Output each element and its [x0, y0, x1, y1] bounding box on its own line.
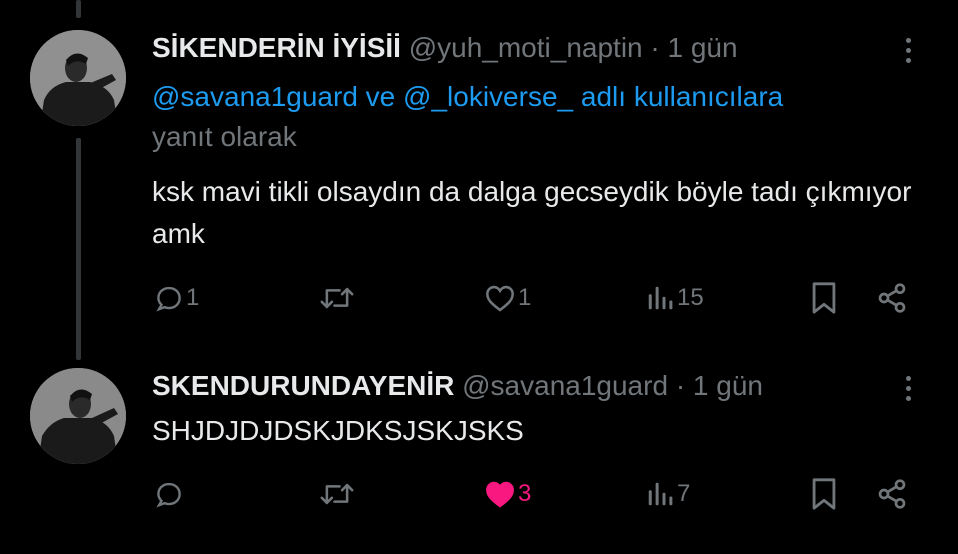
repost-button[interactable]: [318, 474, 358, 514]
bookmark-button[interactable]: [809, 474, 839, 514]
timestamp[interactable]: · 1 gün: [676, 370, 763, 401]
avatar[interactable]: [30, 30, 126, 126]
handle[interactable]: @savana1guard: [462, 370, 668, 401]
tweet-text: ksk mavi tikli olsaydın da dalga gecseyd…: [152, 176, 912, 249]
like-icon: [486, 481, 514, 508]
handle[interactable]: @yuh_moti_naptin: [409, 32, 643, 63]
tweet-text: SHJDJDJDSKJDKSJSKJSKS: [152, 415, 524, 446]
views-icon: [648, 286, 673, 310]
mention-link[interactable]: @savana1guard: [152, 81, 358, 112]
display-name[interactable]: SKENDURUNDAYENİR: [152, 370, 454, 401]
reply-button[interactable]: [154, 474, 186, 514]
share-button[interactable]: [876, 278, 908, 318]
reply-button[interactable]: 1: [154, 278, 199, 318]
share-icon: [878, 283, 906, 313]
reply-icon: [156, 286, 181, 312]
action-bar: 3 7: [0, 474, 958, 514]
display-name[interactable]: SİKENDERİN İYİSİİ: [152, 32, 401, 63]
timestamp[interactable]: · 1 gün: [650, 32, 737, 63]
views-icon: [648, 482, 673, 506]
bookmark-button[interactable]: [809, 278, 839, 318]
views-count: 7: [677, 480, 691, 507]
reply-count: 1: [186, 284, 200, 311]
share-icon: [878, 479, 906, 509]
reply-and: ve: [357, 81, 404, 112]
views-button[interactable]: 7: [645, 474, 690, 514]
tweet[interactable]: SİKENDERİN İYİSİİ @yuh_moti_naptin · 1 g…: [0, 0, 958, 354]
reply-context-label: yanıt olarak: [152, 121, 297, 152]
views-count: 15: [677, 284, 704, 311]
bookmark-icon: [812, 478, 836, 510]
action-bar: 1 1 15: [0, 278, 958, 318]
like-button[interactable]: 1: [484, 278, 531, 318]
more-icon[interactable]: [898, 32, 918, 68]
share-button[interactable]: [876, 474, 908, 514]
tweet-header: SİKENDERİN İYİSİİ @yuh_moti_naptin · 1 g…: [152, 32, 738, 64]
reply-context: @savana1guard ve @_lokiverse_ adlı kulla…: [152, 77, 912, 157]
like-icon: [486, 285, 514, 312]
mention-link[interactable]: @_lokiverse_: [403, 81, 573, 112]
more-icon[interactable]: [898, 370, 918, 406]
repost-icon: [320, 287, 354, 309]
reply-suffix: adlı kullanıcılara: [573, 81, 784, 112]
tweet[interactable]: SKENDURUNDAYENİR @savana1guard · 1 gün S…: [0, 354, 958, 554]
repost-icon: [320, 483, 354, 505]
like-button[interactable]: 3: [484, 474, 531, 514]
bookmark-icon: [812, 282, 836, 314]
like-count: 1: [518, 284, 532, 311]
avatar[interactable]: [30, 368, 126, 464]
repost-button[interactable]: [318, 278, 358, 318]
like-count: 3: [518, 480, 532, 507]
views-button[interactable]: 15: [645, 278, 704, 318]
reply-icon: [156, 482, 181, 508]
tweet-header: SKENDURUNDAYENİR @savana1guard · 1 gün: [152, 370, 763, 402]
